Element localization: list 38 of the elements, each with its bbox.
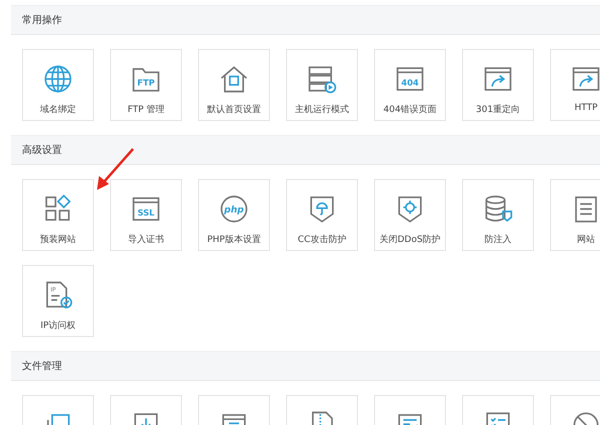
tile-label: 防注入 [484,234,512,246]
php-logo-icon: php [219,194,249,224]
tile-label: CC攻击防护 [298,234,346,246]
database-shield-icon [483,194,513,224]
feature-tile[interactable]: 网站 [550,179,600,251]
feature-tile[interactable]: 域名绑定 [22,49,94,121]
section-title: 文件管理 [22,360,62,373]
feature-tile[interactable]: FTP FTP 管理 [110,49,182,121]
tile-label: IP访问权 [40,320,76,332]
tile-label: 主机运行模式 [295,104,349,116]
feature-tile[interactable]: HTTP [550,49,600,121]
feature-tile[interactable]: 404 404错误页面 [374,49,446,121]
tile-label: PHP版本设置 [207,234,261,246]
tile-label: 网站 [577,234,595,246]
tile-label: FTP 管理 [128,104,164,116]
feature-tile[interactable]: 预装网站 [22,179,94,251]
tile-label: 301重定向 [476,104,520,116]
tile-label: HTTP [574,103,598,113]
annotation-arrow [95,147,135,191]
feature-tile[interactable]: CC攻击防护 [286,179,358,251]
tile-label: 域名绑定 [40,104,76,116]
section-title: 高级设置 [22,144,62,157]
tile-label: 默认首页设置 [207,104,261,116]
server-icon [307,64,337,94]
section-title: 常用操作 [22,14,62,27]
feature-tile[interactable]: 301重定向 [462,49,534,121]
tile-label: 导入证书 [128,234,164,246]
feature-tile[interactable]: SSL 导入证书 [110,179,182,251]
feature-tile[interactable]: 默认首页设置 [198,49,270,121]
tile-label: 关闭DDoS防护 [379,234,441,246]
tile-label: 预装网站 [40,234,76,246]
house-icon [219,64,249,94]
feature-tile[interactable]: 防注入 [462,179,534,251]
tile-label: 404错误页面 [383,104,437,116]
feature-tile[interactable]: 主机运行模式 [286,49,358,121]
globe-icon [43,64,73,94]
feature-tile[interactable]: php PHP版本设置 [198,179,270,251]
feature-tile[interactable]: 关闭DDoS防护 [374,179,446,251]
